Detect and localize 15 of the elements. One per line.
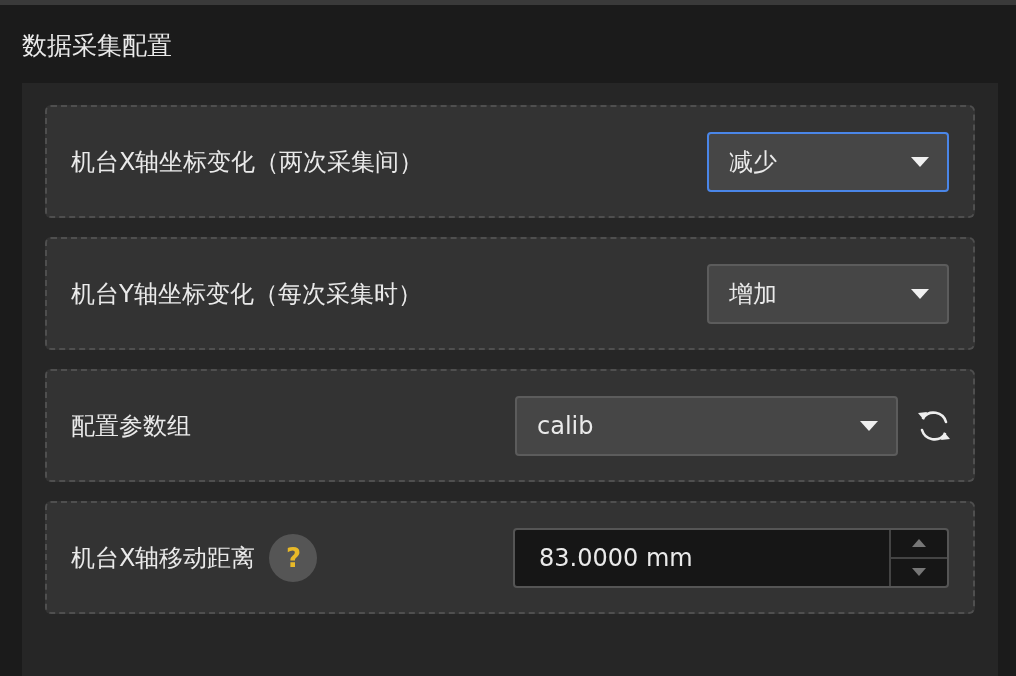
dropdown[interactable]: calib — [515, 395, 898, 456]
caret-icon — [860, 420, 878, 431]
setting-label: 机台Y轴坐标变化（每次采集时） — [71, 278, 422, 310]
help-icon[interactable]: ? — [269, 533, 318, 582]
section-title: 数据采集配置 — [21, 30, 173, 57]
dropdown[interactable]: 减少 — [707, 131, 949, 192]
number-field[interactable]: 83.0000 mm — [513, 527, 949, 588]
caret-icon — [911, 156, 929, 167]
setting-label: 机台X轴移动距离 — [71, 542, 256, 574]
down-arrow-icon — [912, 568, 926, 576]
caret-icon — [911, 288, 929, 299]
setting-label: 配置参数组 — [71, 410, 191, 442]
up-arrow-icon — [912, 539, 926, 547]
dropdown[interactable]: 增加 — [707, 263, 949, 324]
setting-label: 机台X轴坐标变化（两次采集间） — [71, 146, 424, 178]
